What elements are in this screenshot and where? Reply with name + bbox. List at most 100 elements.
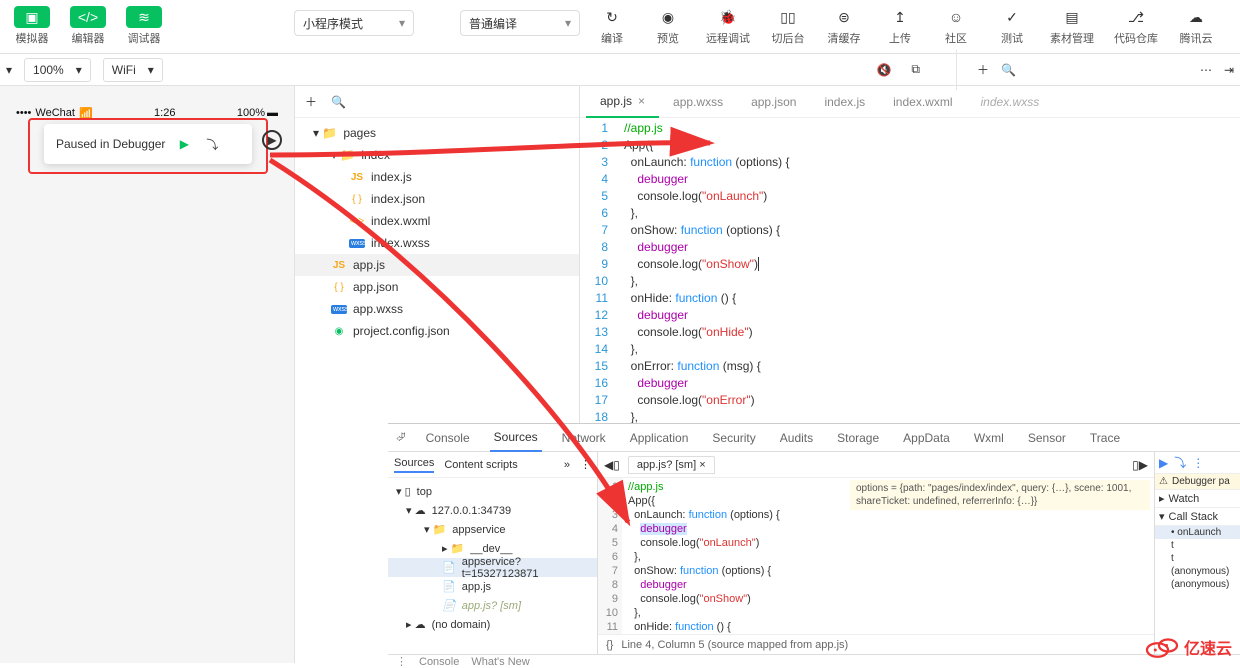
close-icon[interactable]: × [638, 94, 645, 108]
more-icon[interactable]: ⋮ [396, 655, 407, 668]
tab-storage[interactable]: Storage [833, 424, 883, 452]
folder-pages[interactable]: ▾ 📁 pages [295, 122, 579, 144]
community-button[interactable]: ☺社区 [932, 4, 980, 48]
chevron-down-icon[interactable]: ▾ [6, 63, 12, 77]
element-picker-icon[interactable]: ⮰ [396, 430, 406, 445]
target-icon[interactable]: ▶ [262, 130, 282, 150]
chevron-down-icon: ▾ [76, 63, 82, 77]
add-icon[interactable]: ＋ [977, 61, 989, 78]
src-app-js-sm[interactable]: 📄 app.js? [sm] [388, 596, 597, 615]
chevron-down-icon: ▾ [148, 63, 154, 77]
tab-app-json[interactable]: app.json [737, 86, 810, 118]
upload-button[interactable]: ↥上传 [876, 4, 924, 48]
tab-console[interactable]: Console [422, 424, 474, 452]
simulator-pane: •••• WeChat 📶 1:26 100% ▬ Paused in Debu… [0, 86, 295, 663]
mute-icon[interactable]: 🔇 [876, 63, 891, 77]
paused-debugger-banner: Paused in Debugger ▶ ⤵ [44, 124, 252, 164]
tab-appdata[interactable]: AppData [899, 424, 954, 452]
tab-index-wxml[interactable]: index.wxml [879, 86, 966, 118]
devtools-source-tree: Sources Content scripts » ⋮ ▾ ▯ top ▾ ☁ … [388, 452, 598, 654]
devtools-tabs: ⮰ Console Sources Network Application Se… [388, 424, 1240, 452]
section-callstack[interactable]: ▾ Call Stack [1155, 508, 1240, 526]
tab-app-js[interactable]: app.js× [586, 86, 659, 118]
tab-sources[interactable]: Sources [490, 424, 542, 452]
subtab-content-scripts[interactable]: Content scripts [444, 459, 517, 471]
repo-button[interactable]: ⎇代码仓库 [1108, 4, 1164, 48]
layout-icon[interactable]: ⧉ [911, 62, 920, 77]
test-button[interactable]: ✓测试 [988, 4, 1036, 48]
split-icon[interactable]: ⇥ [1224, 63, 1234, 77]
folder-index[interactable]: ▾ 📁 index [295, 144, 579, 166]
compile-button[interactable]: ↻编译 [588, 4, 636, 48]
tab-sensor[interactable]: Sensor [1024, 424, 1070, 452]
tab-application[interactable]: Application [626, 424, 693, 452]
tab-audits[interactable]: Audits [776, 424, 817, 452]
mode-dropdown[interactable]: 小程序模式▾ [294, 10, 414, 36]
yisu-logo: 亿速云 [1144, 633, 1232, 661]
expand-icon[interactable]: ▯▶ [1132, 458, 1148, 472]
editor-tabs: app.js× app.wxss app.json index.js index… [580, 86, 1240, 118]
stack-anon1[interactable]: (anonymous) [1155, 565, 1240, 578]
file-project-config[interactable]: ◉project.config.json [295, 320, 579, 342]
top-toolbar: ▣模拟器 </>编辑器 ≋调试器 小程序模式▾ 普通编译▾ ↻编译 ◉预览 🐞远… [0, 0, 1240, 54]
chevron-down-icon: ▾ [565, 16, 571, 30]
tab-security[interactable]: Security [708, 424, 759, 452]
stack-t1[interactable]: t [1155, 539, 1240, 552]
step-over-icon[interactable]: ⤵ [203, 135, 221, 153]
file-index-json[interactable]: { }index.json [295, 188, 579, 210]
tab-trace[interactable]: Trace [1086, 424, 1124, 452]
search-file-icon[interactable]: 🔍 [331, 95, 346, 109]
simulator-button[interactable]: ▣模拟器 [8, 4, 56, 48]
tab-index-wxss[interactable]: index.wxss [967, 86, 1054, 118]
nav-back-icon[interactable]: ◀▯ [604, 458, 620, 472]
tab-wxml[interactable]: Wxml [970, 424, 1008, 452]
tab-app-wxss[interactable]: app.wxss [659, 86, 737, 118]
section-watch[interactable]: ▸ Watch [1155, 490, 1240, 508]
stack-onlaunch[interactable]: • onLaunch [1155, 526, 1240, 539]
compile-type-dropdown[interactable]: 普通编译▾ [460, 10, 580, 36]
resume-icon[interactable]: ▶ [175, 135, 193, 153]
src-appservice[interactable]: ▾ 📁 appservice [388, 520, 597, 539]
devtools-panel: ⮰ Console Sources Network Application Se… [388, 423, 1240, 663]
background-button[interactable]: ▯▯切后台 [764, 4, 812, 48]
debugger-button[interactable]: ≋调试器 [120, 4, 168, 48]
file-index-js[interactable]: JSindex.js [295, 166, 579, 188]
more-icon[interactable]: ⋮ [1192, 456, 1204, 470]
material-button[interactable]: ▤素材管理 [1044, 4, 1100, 48]
resume-icon[interactable]: ▶ [1159, 456, 1168, 470]
more-icon[interactable]: ⋮ [580, 458, 591, 471]
zoom-selector[interactable]: 100%▾ [24, 58, 91, 82]
devtools-code-tab[interactable]: app.js? [sm] × [628, 456, 715, 474]
cloud-button[interactable]: ☁腾讯云 [1172, 4, 1220, 48]
file-app-json[interactable]: { }app.json [295, 276, 579, 298]
remote-debug-button[interactable]: 🐞远程调试 [700, 4, 756, 48]
file-app-js[interactable]: JSapp.js [295, 254, 579, 276]
clear-cache-button[interactable]: ⊜清缓存 [820, 4, 868, 48]
src-no-domain[interactable]: ▸ ☁ (no domain) [388, 615, 597, 634]
add-file-icon[interactable]: ＋ [305, 93, 317, 110]
stack-t2[interactable]: t [1155, 552, 1240, 565]
src-app-js[interactable]: 📄 app.js [388, 577, 597, 596]
devtools-bottom-tabs: ⋮ Console What's New [388, 654, 1240, 668]
tab-index-js[interactable]: index.js [810, 86, 879, 118]
search-icon[interactable]: 🔍 [1001, 63, 1016, 77]
paused-label: Paused in Debugger [56, 137, 165, 151]
src-top[interactable]: ▾ ▯ top [388, 482, 597, 501]
step-over-icon[interactable]: ⤵ [1174, 454, 1186, 471]
tab-console-drawer[interactable]: Console [419, 656, 459, 668]
file-app-wxss[interactable]: wxssapp.wxss [295, 298, 579, 320]
src-origin[interactable]: ▾ ☁ 127.0.0.1:34739 [388, 501, 597, 520]
close-icon[interactable]: × [699, 459, 705, 471]
tab-network[interactable]: Network [558, 424, 610, 452]
devtools-code-area[interactable]: 1234567891011 //app.js App({ onLaunch: f… [598, 478, 1154, 634]
subtab-sources[interactable]: Sources [394, 457, 434, 473]
more-icon[interactable]: ⋯ [1200, 63, 1212, 77]
preview-button[interactable]: ◉预览 [644, 4, 692, 48]
src-appservice-t[interactable]: 📄 appservice?t=15327123871 [388, 558, 597, 577]
file-index-wxss[interactable]: wxssindex.wxss [295, 232, 579, 254]
tab-whats-new[interactable]: What's New [471, 656, 529, 668]
editor-button[interactable]: </>编辑器 [64, 4, 112, 48]
network-selector[interactable]: WiFi▾ [103, 58, 163, 82]
file-index-wxml[interactable]: < >index.wxml [295, 210, 579, 232]
stack-anon2[interactable]: (anonymous) [1155, 578, 1240, 591]
